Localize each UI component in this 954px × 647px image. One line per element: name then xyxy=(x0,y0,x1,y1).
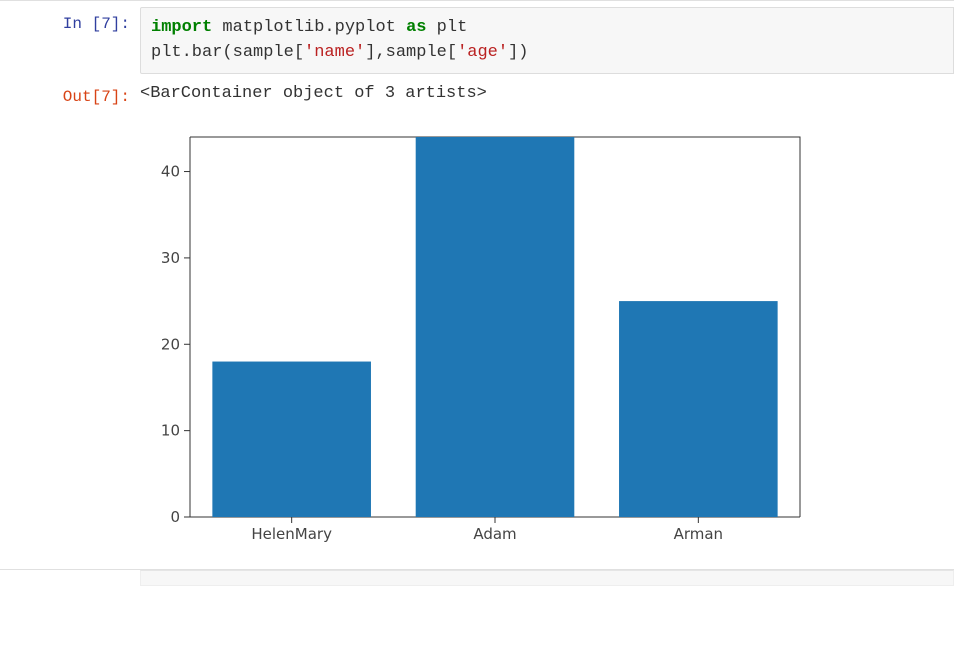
bar xyxy=(619,301,778,517)
keyword-import: import xyxy=(151,18,212,37)
bar xyxy=(212,362,371,517)
code-alias: plt xyxy=(426,18,467,37)
ytick-label: 10 xyxy=(161,422,180,440)
ytick-label: 30 xyxy=(161,249,180,267)
code-line2-mid: ],sample[ xyxy=(365,43,457,62)
next-cell-input[interactable] xyxy=(140,570,954,586)
code-module: matplotlib.pyplot xyxy=(212,18,406,37)
code-input[interactable]: import matplotlib.pyplot as plt plt.bar(s… xyxy=(140,7,954,74)
next-cell-row xyxy=(0,569,954,586)
output-row: Out[7]: <BarContainer object of 3 artist… xyxy=(0,80,954,113)
keyword-as: as xyxy=(406,18,426,37)
input-prompt: In [7]: xyxy=(0,7,140,74)
ytick-label: 40 xyxy=(161,163,180,181)
bar-chart: 0 10 20 30 40 HelenMary Adam Arman xyxy=(140,119,810,559)
ytick-label: 0 xyxy=(170,508,180,526)
xtick-label: Arman xyxy=(674,525,723,543)
empty-prompt xyxy=(0,570,140,586)
chart-area: 0 10 20 30 40 HelenMary Adam Arman xyxy=(140,113,954,569)
code-line2-post: ]) xyxy=(508,43,528,62)
bar xyxy=(416,137,575,517)
xtick-label: HelenMary xyxy=(251,525,332,543)
code-cell: In [7]: import matplotlib.pyplot as plt p… xyxy=(0,0,954,74)
output-prompt: Out[7]: xyxy=(0,80,140,113)
xtick-label: Adam xyxy=(473,525,516,543)
output-text: <BarContainer object of 3 artists> xyxy=(140,80,954,113)
code-str-age: 'age' xyxy=(457,43,508,62)
code-str-name: 'name' xyxy=(304,43,365,62)
code-line2-pre: plt.bar(sample[ xyxy=(151,43,304,62)
ytick-label: 20 xyxy=(161,336,180,354)
